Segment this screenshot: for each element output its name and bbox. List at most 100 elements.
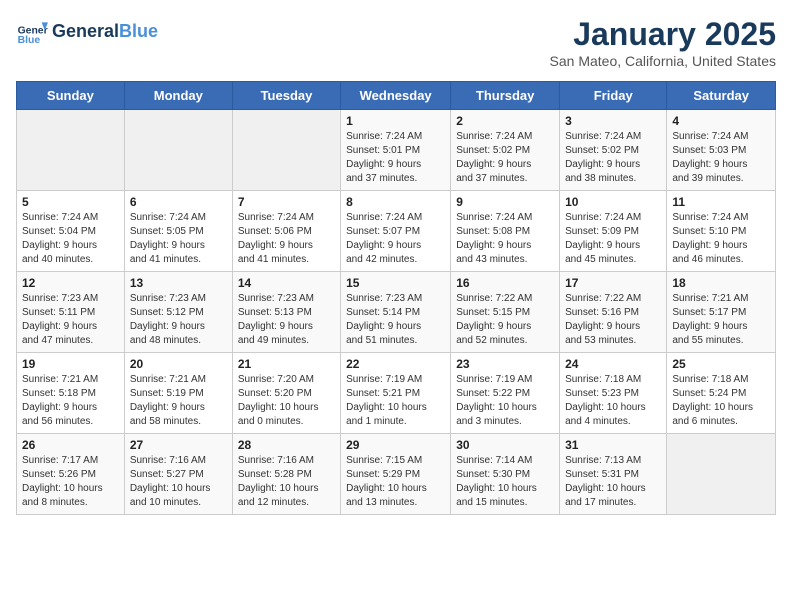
day-info: Sunrise: 7:24 AM Sunset: 5:03 PM Dayligh… (672, 130, 770, 186)
svg-text:Blue: Blue (18, 35, 41, 46)
day-info: Sunrise: 7:24 AM Sunset: 5:08 PM Dayligh… (456, 211, 554, 267)
day-number: 9 (456, 195, 554, 209)
day-number: 2 (456, 114, 554, 128)
dow-header-wednesday: Wednesday (341, 82, 451, 110)
calendar-cell: 15 Sunrise: 7:23 AM Sunset: 5:14 PM Dayli… (341, 272, 451, 353)
day-number: 21 (238, 357, 335, 371)
day-number: 19 (22, 357, 119, 371)
dow-header-sunday: Sunday (17, 82, 125, 110)
calendar-cell (17, 110, 125, 191)
day-info: Sunrise: 7:24 AM Sunset: 5:06 PM Dayligh… (238, 211, 335, 267)
week-row-5: 26 Sunrise: 7:17 AM Sunset: 5:26 PM Dayli… (17, 434, 776, 515)
day-info: Sunrise: 7:15 AM Sunset: 5:29 PM Dayligh… (346, 454, 445, 510)
calendar-cell: 6Sunrise: 7:24 AM Sunset: 5:05 PM Daylig… (124, 191, 232, 272)
day-info: Sunrise: 7:23 AM Sunset: 5:13 PM Dayligh… (238, 292, 335, 348)
calendar-cell: 27 Sunrise: 7:16 AM Sunset: 5:27 PM Dayli… (124, 434, 232, 515)
calendar-title: January 2025 (550, 16, 776, 53)
calendar-table: SundayMondayTuesdayWednesdayThursdayFrid… (16, 81, 776, 515)
day-info: Sunrise: 7:24 AM Sunset: 5:07 PM Dayligh… (346, 211, 445, 267)
day-number: 13 (130, 276, 227, 290)
day-info: Sunrise: 7:13 AM Sunset: 5:31 PM Dayligh… (565, 454, 661, 510)
day-number: 25 (672, 357, 770, 371)
calendar-cell: 21Sunrise: 7:20 AM Sunset: 5:20 PM Dayli… (232, 353, 340, 434)
day-number: 30 (456, 438, 554, 452)
calendar-cell: 24 Sunrise: 7:18 AM Sunset: 5:23 PM Dayli… (560, 353, 667, 434)
day-number: 14 (238, 276, 335, 290)
dow-header-monday: Monday (124, 82, 232, 110)
day-number: 27 (130, 438, 227, 452)
calendar-subtitle: San Mateo, California, United States (550, 53, 776, 69)
calendar-cell: 1 Sunrise: 7:24 AM Sunset: 5:01 PM Daylig… (341, 110, 451, 191)
day-info: Sunrise: 7:23 AM Sunset: 5:14 PM Dayligh… (346, 292, 445, 348)
calendar-cell (232, 110, 340, 191)
calendar-cell: 19 Sunrise: 7:21 AM Sunset: 5:18 PM Dayli… (17, 353, 125, 434)
header: General Blue GeneralBlue January 2025 Sa… (16, 16, 776, 69)
week-row-4: 19 Sunrise: 7:21 AM Sunset: 5:18 PM Dayli… (17, 353, 776, 434)
day-number: 24 (565, 357, 661, 371)
calendar-cell: 12Sunrise: 7:23 AM Sunset: 5:11 PM Dayli… (17, 272, 125, 353)
day-number: 15 (346, 276, 445, 290)
day-number: 26 (22, 438, 119, 452)
day-info: Sunrise: 7:23 AM Sunset: 5:11 PM Dayligh… (22, 292, 119, 348)
day-number: 22 (346, 357, 445, 371)
day-info: Sunrise: 7:18 AM Sunset: 5:23 PM Dayligh… (565, 373, 661, 429)
day-info: Sunrise: 7:16 AM Sunset: 5:27 PM Dayligh… (130, 454, 227, 510)
day-info: Sunrise: 7:24 AM Sunset: 5:09 PM Dayligh… (565, 211, 661, 267)
calendar-cell: 8 Sunrise: 7:24 AM Sunset: 5:07 PM Daylig… (341, 191, 451, 272)
day-number: 1 (346, 114, 445, 128)
day-number: 29 (346, 438, 445, 452)
day-number: 20 (130, 357, 227, 371)
day-info: Sunrise: 7:24 AM Sunset: 5:02 PM Dayligh… (565, 130, 661, 186)
day-info: Sunrise: 7:24 AM Sunset: 5:01 PM Dayligh… (346, 130, 445, 186)
day-info: Sunrise: 7:24 AM Sunset: 5:04 PM Dayligh… (22, 211, 119, 267)
calendar-cell: 10 Sunrise: 7:24 AM Sunset: 5:09 PM Dayli… (560, 191, 667, 272)
logo-text: GeneralBlue (52, 22, 158, 42)
day-number: 17 (565, 276, 661, 290)
calendar-cell: 11Sunrise: 7:24 AM Sunset: 5:10 PM Dayli… (667, 191, 776, 272)
calendar-cell: 28Sunrise: 7:16 AM Sunset: 5:28 PM Dayli… (232, 434, 340, 515)
dow-header-tuesday: Tuesday (232, 82, 340, 110)
day-info: Sunrise: 7:21 AM Sunset: 5:19 PM Dayligh… (130, 373, 227, 429)
calendar-cell: 26 Sunrise: 7:17 AM Sunset: 5:26 PM Dayli… (17, 434, 125, 515)
day-number: 3 (565, 114, 661, 128)
day-number: 23 (456, 357, 554, 371)
calendar-cell: 23 Sunrise: 7:19 AM Sunset: 5:22 PM Dayli… (451, 353, 560, 434)
calendar-cell: 16Sunrise: 7:22 AM Sunset: 5:15 PM Dayli… (451, 272, 560, 353)
day-info: Sunrise: 7:14 AM Sunset: 5:30 PM Dayligh… (456, 454, 554, 510)
day-info: Sunrise: 7:21 AM Sunset: 5:17 PM Dayligh… (672, 292, 770, 348)
day-info: Sunrise: 7:24 AM Sunset: 5:02 PM Dayligh… (456, 130, 554, 186)
calendar-cell: 2 Sunrise: 7:24 AM Sunset: 5:02 PM Daylig… (451, 110, 560, 191)
day-info: Sunrise: 7:18 AM Sunset: 5:24 PM Dayligh… (672, 373, 770, 429)
day-info: Sunrise: 7:21 AM Sunset: 5:18 PM Dayligh… (22, 373, 119, 429)
calendar-cell: 3 Sunrise: 7:24 AM Sunset: 5:02 PM Daylig… (560, 110, 667, 191)
day-number: 31 (565, 438, 661, 452)
calendar-cell: 5 Sunrise: 7:24 AM Sunset: 5:04 PM Daylig… (17, 191, 125, 272)
day-number: 28 (238, 438, 335, 452)
calendar-cell: 31 Sunrise: 7:13 AM Sunset: 5:31 PM Dayli… (560, 434, 667, 515)
day-info: Sunrise: 7:19 AM Sunset: 5:22 PM Dayligh… (456, 373, 554, 429)
day-number: 8 (346, 195, 445, 209)
calendar-cell: 7Sunrise: 7:24 AM Sunset: 5:06 PM Daylig… (232, 191, 340, 272)
dow-header-friday: Friday (560, 82, 667, 110)
dow-header-thursday: Thursday (451, 82, 560, 110)
calendar-cell: 17 Sunrise: 7:22 AM Sunset: 5:16 PM Dayli… (560, 272, 667, 353)
calendar-cell: 30 Sunrise: 7:14 AM Sunset: 5:30 PM Dayli… (451, 434, 560, 515)
calendar-cell: 25 Sunrise: 7:18 AM Sunset: 5:24 PM Dayli… (667, 353, 776, 434)
calendar-cell: 29 Sunrise: 7:15 AM Sunset: 5:29 PM Dayli… (341, 434, 451, 515)
day-info: Sunrise: 7:17 AM Sunset: 5:26 PM Dayligh… (22, 454, 119, 510)
day-info: Sunrise: 7:24 AM Sunset: 5:05 PM Dayligh… (130, 211, 227, 267)
calendar-cell: 9 Sunrise: 7:24 AM Sunset: 5:08 PM Daylig… (451, 191, 560, 272)
day-number: 10 (565, 195, 661, 209)
calendar-cell: 4Sunrise: 7:24 AM Sunset: 5:03 PM Daylig… (667, 110, 776, 191)
day-number: 5 (22, 195, 119, 209)
day-info: Sunrise: 7:22 AM Sunset: 5:16 PM Dayligh… (565, 292, 661, 348)
calendar-cell: 22Sunrise: 7:19 AM Sunset: 5:21 PM Dayli… (341, 353, 451, 434)
day-info: Sunrise: 7:22 AM Sunset: 5:15 PM Dayligh… (456, 292, 554, 348)
dow-header-saturday: Saturday (667, 82, 776, 110)
title-section: January 2025 San Mateo, California, Unit… (550, 16, 776, 69)
calendar-cell: 20 Sunrise: 7:21 AM Sunset: 5:19 PM Dayli… (124, 353, 232, 434)
logo: General Blue GeneralBlue (16, 16, 158, 48)
calendar-cell: 14 Sunrise: 7:23 AM Sunset: 5:13 PM Dayli… (232, 272, 340, 353)
week-row-3: 12Sunrise: 7:23 AM Sunset: 5:11 PM Dayli… (17, 272, 776, 353)
calendar-cell: 13Sunrise: 7:23 AM Sunset: 5:12 PM Dayli… (124, 272, 232, 353)
